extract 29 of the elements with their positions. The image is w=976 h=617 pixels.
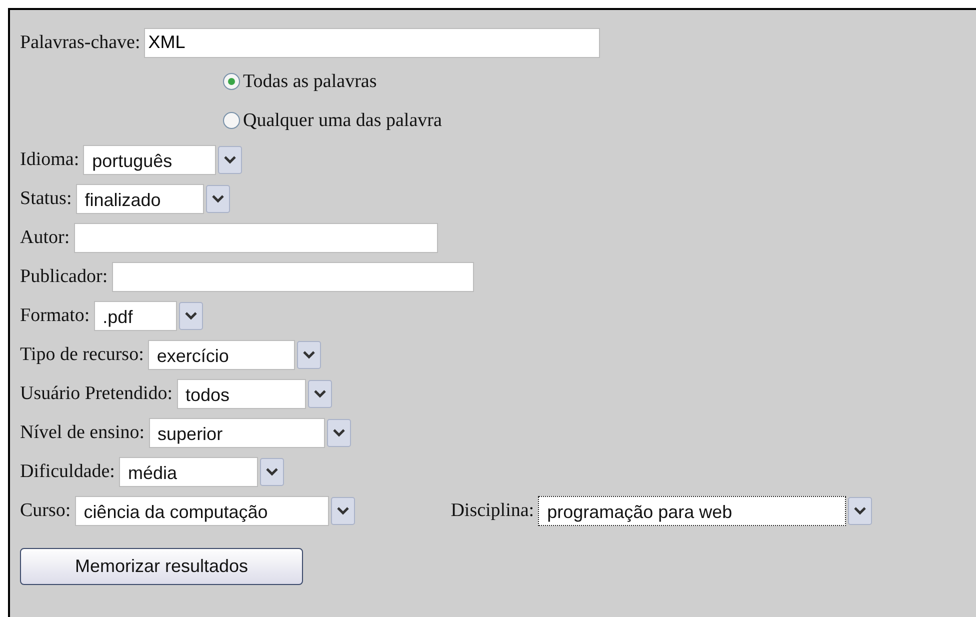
keywords-field[interactable]: XML xyxy=(144,28,600,58)
chevron-down-icon xyxy=(326,418,351,446)
field-label: Formato: xyxy=(20,304,90,326)
radio-label: Qualquer uma das palavra xyxy=(243,110,442,132)
field-label: Autor: xyxy=(20,226,70,248)
chevron-down-icon xyxy=(296,340,321,368)
field-label: Palavras-chave: xyxy=(20,32,140,54)
radio-button[interactable] xyxy=(223,112,240,129)
field-label: Dificuldade: xyxy=(20,460,115,482)
chevron-down-icon xyxy=(178,302,203,330)
radio-label: Todas as palavras xyxy=(243,70,377,92)
input-field[interactable] xyxy=(112,262,474,292)
field-label: Curso: xyxy=(20,500,71,522)
chevron-down-icon xyxy=(308,380,332,408)
field-label: Idioma: xyxy=(20,148,80,170)
chevron-down-icon xyxy=(260,458,284,486)
chevron-down-icon xyxy=(330,496,355,524)
input-field[interactable] xyxy=(74,222,438,252)
chevron-down-icon xyxy=(848,496,872,524)
chevron-down-icon xyxy=(218,146,242,174)
field-label: Disciplina: xyxy=(450,500,534,522)
field-label: Usuário Pretendido: xyxy=(20,382,173,404)
field-label: Status: xyxy=(20,188,72,210)
field-label: Publicador: xyxy=(20,266,108,288)
chevron-down-icon xyxy=(206,184,230,212)
field-label: Tipo de recurso: xyxy=(20,344,144,366)
field-label: Nível de ensino: xyxy=(20,422,145,444)
memorize-button[interactable]: Memorizar resultados xyxy=(20,548,303,585)
radio-button[interactable] xyxy=(223,73,240,90)
